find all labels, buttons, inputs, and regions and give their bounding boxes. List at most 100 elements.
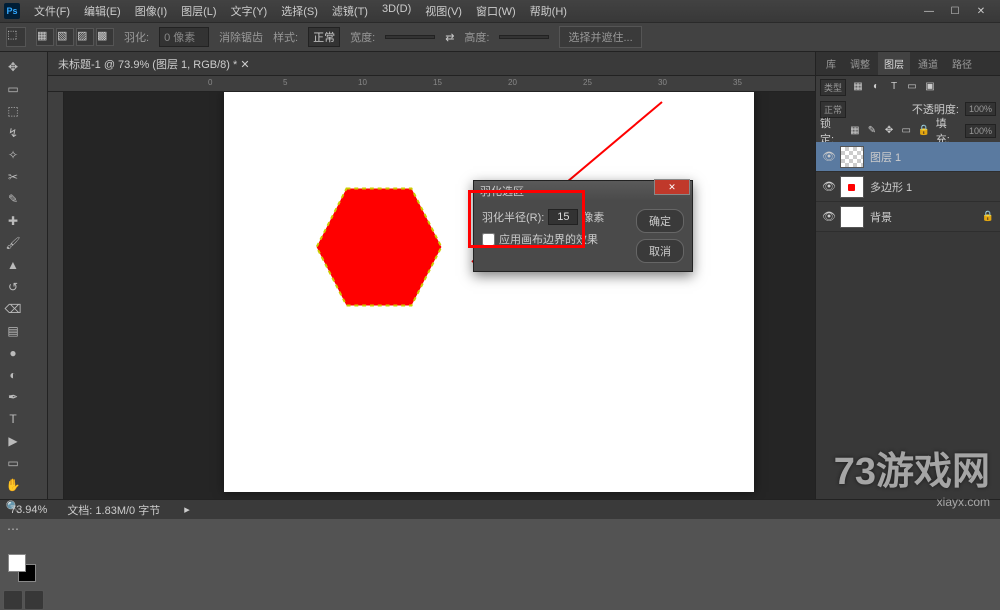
height-input[interactable] xyxy=(499,35,549,39)
tab-paths[interactable]: 路径 xyxy=(946,52,978,75)
dodge-tool[interactable]: ◐ xyxy=(3,365,23,385)
selection-new-icon[interactable]: ▦ xyxy=(36,28,54,46)
visibility-icon[interactable]: 👁 xyxy=(822,180,834,193)
layer-name[interactable]: 背景 xyxy=(870,209,892,225)
filter-kind-select[interactable]: 类型 xyxy=(820,79,846,96)
swap-wh-icon[interactable]: ⇄ xyxy=(445,31,454,44)
filter-shape-icon[interactable]: ▭ xyxy=(906,81,918,93)
doc-info[interactable]: 文档: 1.83M/0 字节 xyxy=(67,502,160,518)
menu-view[interactable]: 视图(V) xyxy=(419,0,468,22)
layer-name[interactable]: 图层 1 xyxy=(870,149,901,165)
eyedropper-tool[interactable]: ✎ xyxy=(3,189,23,209)
ruler-tick: 20 xyxy=(508,78,517,87)
more-tool[interactable]: ⋯ xyxy=(3,519,23,539)
pen-tool[interactable]: ✒ xyxy=(3,387,23,407)
lock-pixels-icon[interactable]: ▦ xyxy=(849,125,860,137)
refine-button[interactable]: 选择并遮住... xyxy=(559,26,641,48)
filter-smart-icon[interactable]: ▣ xyxy=(924,81,936,93)
layer-blend-bar: 正常 不透明度: 100% xyxy=(816,98,1000,120)
maximize-button[interactable]: ☐ xyxy=(946,6,964,17)
visibility-icon[interactable]: 👁 xyxy=(822,150,834,163)
lock-brush-icon[interactable]: ✎ xyxy=(866,125,877,137)
status-arrow-icon[interactable]: ▸ xyxy=(184,503,190,516)
shape-tool[interactable]: ▭ xyxy=(3,453,23,473)
layer-thumb xyxy=(840,176,864,198)
ruler-tick: 25 xyxy=(583,78,592,87)
window-controls: — ☐ ✕ xyxy=(920,6,996,17)
dialog-close-button[interactable]: ✕ xyxy=(654,179,690,195)
selection-add-icon[interactable]: ▧ xyxy=(56,28,74,46)
lock-pos-icon[interactable]: ✥ xyxy=(883,125,894,137)
feather-input[interactable]: 0 像素 xyxy=(159,27,209,47)
history-brush-tool[interactable]: ↺ xyxy=(3,277,23,297)
selection-sub-icon[interactable]: ▨ xyxy=(76,28,94,46)
layer-row-2[interactable]: 👁 多边形 1 xyxy=(816,172,1000,202)
menu-filter[interactable]: 滤镜(T) xyxy=(326,0,374,22)
width-input[interactable] xyxy=(385,35,435,39)
layer-lock-bar: 锁定: ▦ ✎ ✥ ▭ 🔒 填充: 100% xyxy=(816,120,1000,142)
horizontal-ruler: 0 5 10 15 20 25 30 35 xyxy=(48,76,815,92)
screen-mode-toggle[interactable] xyxy=(24,590,44,610)
lasso-tool[interactable]: ↯ xyxy=(3,123,23,143)
tab-channels[interactable]: 通道 xyxy=(912,52,944,75)
menu-3d[interactable]: 3D(D) xyxy=(376,0,417,22)
style-select[interactable]: 正常 xyxy=(308,27,340,47)
canvas[interactable] xyxy=(224,92,754,492)
quick-mask-toggle[interactable] xyxy=(3,590,23,610)
path-select-tool[interactable]: ▶ xyxy=(3,431,23,451)
eraser-tool[interactable]: ⌫ xyxy=(3,299,23,319)
menu-help[interactable]: 帮助(H) xyxy=(524,0,573,22)
layer-name[interactable]: 多边形 1 xyxy=(870,179,912,195)
lock-art-icon[interactable]: ▭ xyxy=(901,125,912,137)
hand-tool[interactable]: ✋ xyxy=(3,475,23,495)
toolbox: ✥ ▭ ⬚ ↯ ✧ ✂ ✎ ✚ 🖌 ▲ ↺ ⌫ ▤ ● ◐ ✒ T ▶ ▭ ✋ … xyxy=(0,52,48,499)
right-panels: 库 调整 图层 通道 路径 类型 ▦ ◐ T ▭ ▣ 正常 不透明度: 100%… xyxy=(815,52,1000,499)
crop-tool[interactable]: ✂ xyxy=(3,167,23,187)
menu-image[interactable]: 图像(I) xyxy=(129,0,173,22)
tab-library[interactable]: 库 xyxy=(820,52,842,75)
magic-wand-tool[interactable]: ✧ xyxy=(3,145,23,165)
menu-select[interactable]: 选择(S) xyxy=(275,0,324,22)
brush-tool[interactable]: 🖌 xyxy=(3,233,23,253)
ok-button[interactable]: 确定 xyxy=(636,209,684,233)
visibility-icon[interactable]: 👁 xyxy=(822,210,834,223)
healing-tool[interactable]: ✚ xyxy=(3,211,23,231)
blur-tool[interactable]: ● xyxy=(3,343,23,363)
document-tab[interactable]: 未标题-1 @ 73.9% (图层 1, RGB/8) * ✕ xyxy=(48,52,815,76)
opacity-select[interactable]: 100% xyxy=(965,102,996,116)
status-bar: 73.94% 文档: 1.83M/0 字节 ▸ xyxy=(0,499,1000,519)
type-tool[interactable]: T xyxy=(3,409,23,429)
layer-thumb xyxy=(840,146,864,168)
foreground-color[interactable] xyxy=(8,554,26,572)
lock-all-icon[interactable]: 🔒 xyxy=(918,125,930,137)
zoom-level[interactable]: 73.94% xyxy=(10,504,47,516)
layer-row-1[interactable]: 👁 图层 1 xyxy=(816,142,1000,172)
menu-window[interactable]: 窗口(W) xyxy=(470,0,522,22)
filter-pixel-icon[interactable]: ▦ xyxy=(852,81,864,93)
menu-type[interactable]: 文字(Y) xyxy=(225,0,274,22)
filter-text-icon[interactable]: T xyxy=(888,81,900,93)
feather-dialog[interactable]: 羽化选区 ✕ 羽化半径(R): 像素 应用画布边界的效果 确定 取消 xyxy=(473,180,693,272)
gradient-tool[interactable]: ▤ xyxy=(3,321,23,341)
tab-layers[interactable]: 图层 xyxy=(878,52,910,75)
dialog-titlebar[interactable]: 羽化选区 ✕ xyxy=(474,181,692,201)
menu-edit[interactable]: 编辑(E) xyxy=(78,0,127,22)
artboard-tool[interactable]: ▭ xyxy=(3,79,23,99)
filter-adjust-icon[interactable]: ◐ xyxy=(870,81,882,93)
cancel-button[interactable]: 取消 xyxy=(636,239,684,263)
tab-adjust[interactable]: 调整 xyxy=(844,52,876,75)
stamp-tool[interactable]: ▲ xyxy=(3,255,23,275)
minimize-button[interactable]: — xyxy=(920,6,938,17)
marquee-tool[interactable]: ⬚ xyxy=(3,101,23,121)
radius-input[interactable] xyxy=(548,209,578,225)
selection-int-icon[interactable]: ▩ xyxy=(96,28,114,46)
close-button[interactable]: ✕ xyxy=(972,6,990,17)
canvas-holder[interactable] xyxy=(64,92,815,499)
layer-row-bg[interactable]: 👁 背景 🔒 xyxy=(816,202,1000,232)
menu-layer[interactable]: 图层(L) xyxy=(175,0,222,22)
apply-canvas-checkbox[interactable] xyxy=(482,233,495,246)
move-tool[interactable]: ✥ xyxy=(3,57,23,77)
menu-file[interactable]: 文件(F) xyxy=(28,0,76,22)
fill-select[interactable]: 100% xyxy=(965,124,996,138)
current-tool-indicator[interactable]: ⬚ xyxy=(6,27,26,47)
